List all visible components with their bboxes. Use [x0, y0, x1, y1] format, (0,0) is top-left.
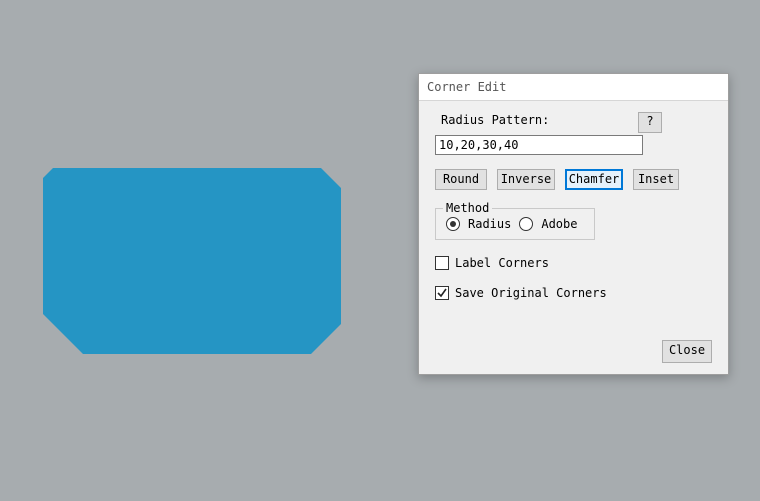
- round-button[interactable]: Round: [435, 169, 487, 190]
- close-button[interactable]: Close: [662, 340, 712, 363]
- method-radius-radio[interactable]: [446, 217, 460, 231]
- dialog-title: Corner Edit: [427, 80, 506, 94]
- radius-pattern-input[interactable]: [435, 135, 643, 155]
- method-fieldset: Method Radius Adobe: [435, 208, 595, 240]
- inset-button-label: Inset: [638, 172, 674, 186]
- round-button-label: Round: [443, 172, 479, 186]
- help-button[interactable]: ?: [638, 112, 662, 133]
- method-adobe-radio[interactable]: [519, 217, 533, 231]
- radius-pattern-label: Radius Pattern:: [441, 113, 549, 127]
- chamfer-button-label: Chamfer: [569, 172, 620, 186]
- inverse-button-label: Inverse: [501, 172, 552, 186]
- corner-edit-dialog: Corner Edit Radius Pattern: ? Round Inve…: [418, 73, 729, 375]
- label-corners-label: Label Corners: [455, 256, 549, 270]
- label-corners-checkbox[interactable]: [435, 256, 449, 270]
- inverse-button[interactable]: Inverse: [497, 169, 555, 190]
- method-radius-label: Radius: [468, 217, 511, 231]
- chamfer-button[interactable]: Chamfer: [565, 169, 623, 190]
- save-original-checkbox[interactable]: [435, 286, 449, 300]
- inset-button[interactable]: Inset: [633, 169, 679, 190]
- dialog-body: Radius Pattern: ? Round Inverse Chamfer …: [419, 101, 728, 375]
- chamfered-rectangle[interactable]: [43, 168, 341, 354]
- dialog-titlebar[interactable]: Corner Edit: [419, 74, 728, 101]
- help-button-label: ?: [646, 114, 653, 128]
- corner-type-buttons: Round Inverse Chamfer Inset: [435, 169, 712, 190]
- save-original-label: Save Original Corners: [455, 286, 607, 300]
- method-legend: Method: [443, 201, 492, 215]
- close-button-label: Close: [669, 343, 705, 357]
- save-original-row: Save Original Corners: [435, 286, 712, 300]
- label-corners-row: Label Corners: [435, 256, 712, 270]
- canvas-area: Corner Edit Radius Pattern: ? Round Inve…: [0, 0, 760, 501]
- method-adobe-label: Adobe: [541, 217, 577, 231]
